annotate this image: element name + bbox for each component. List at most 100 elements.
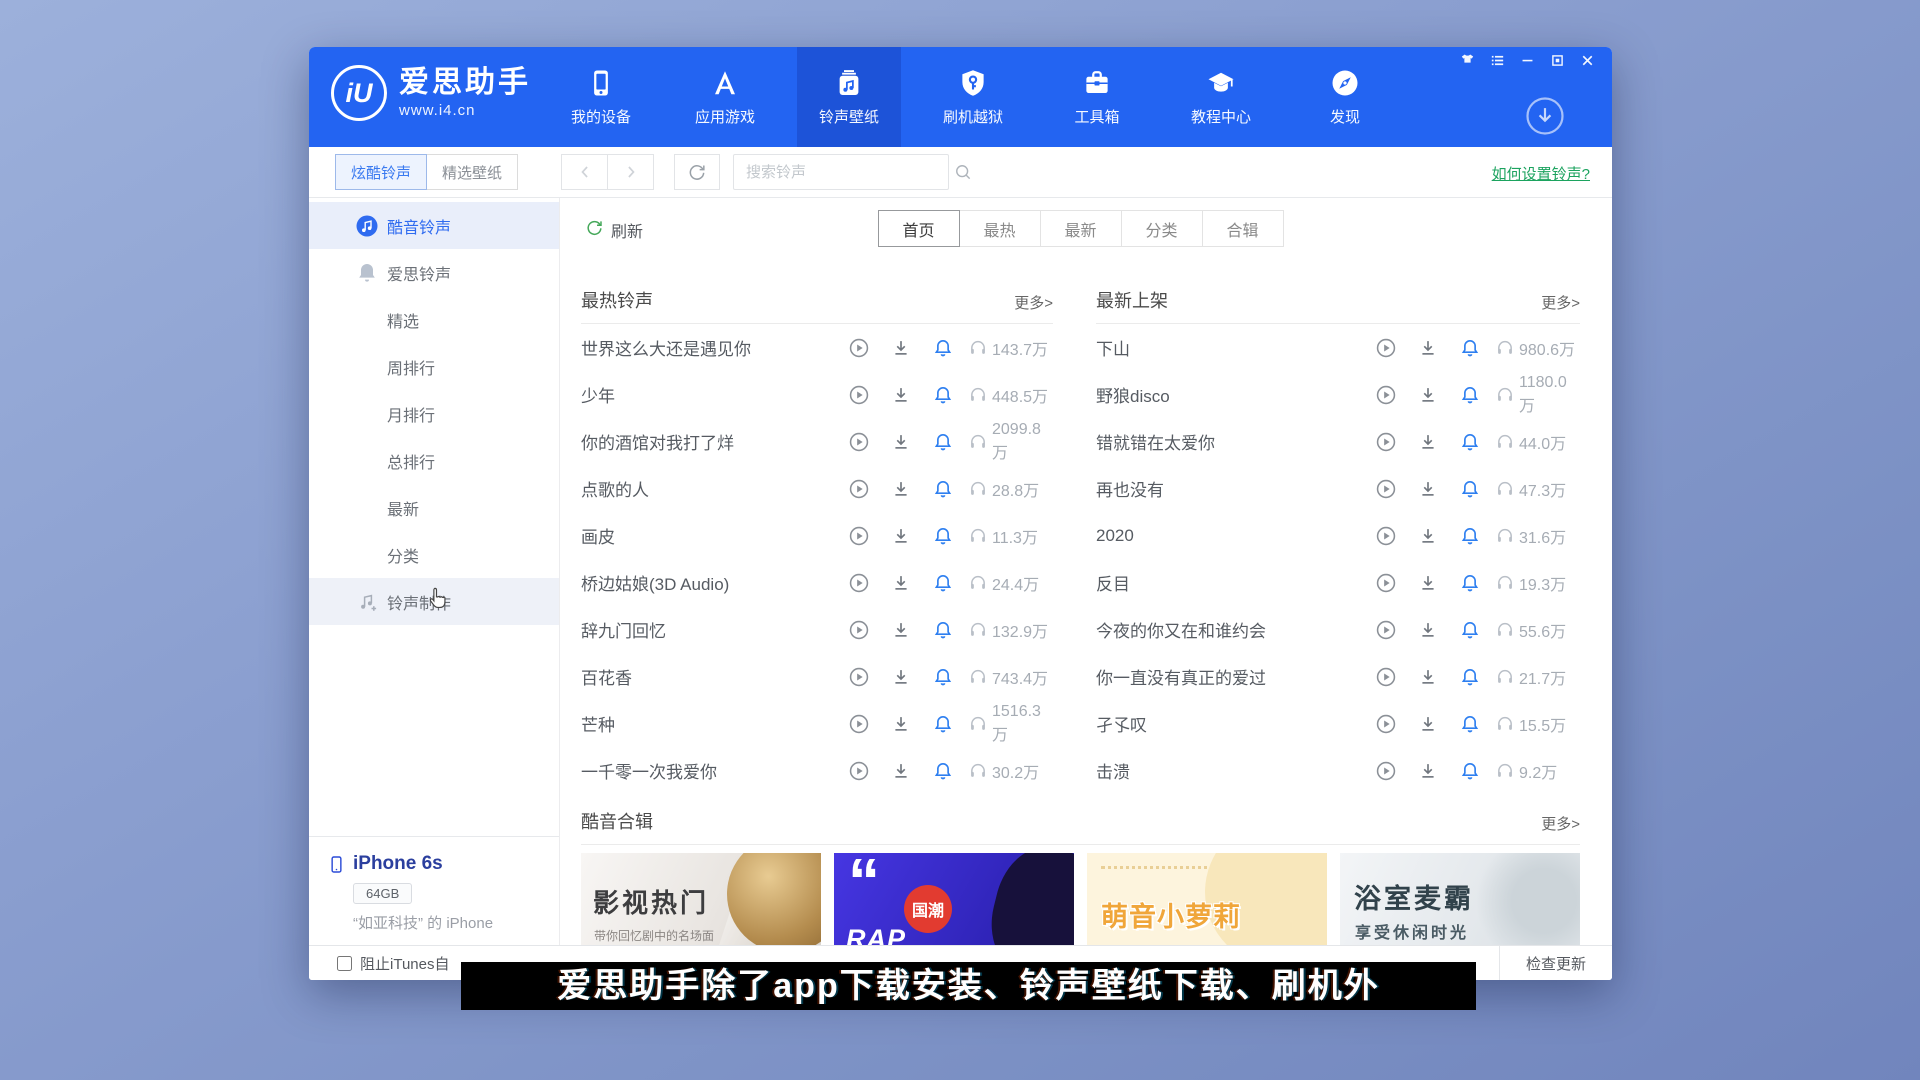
sidebar-item-4[interactable]: 月排行 — [309, 390, 559, 437]
minimize-button[interactable] — [1519, 52, 1536, 69]
ringtone-title[interactable]: 反目 — [1096, 570, 1375, 595]
category-tab-3[interactable]: 分类 — [1121, 210, 1203, 247]
set-ringtone-icon[interactable] — [1459, 666, 1481, 688]
ringtone-help-link[interactable]: 如何设置铃声? — [1492, 163, 1590, 184]
set-ringtone-icon[interactable] — [932, 572, 954, 594]
check-update-button[interactable]: 检查更新 — [1499, 946, 1612, 980]
nav-item-tutorial[interactable]: 教程中心 — [1169, 47, 1273, 147]
ringtone-title[interactable]: 2020 — [1096, 526, 1375, 546]
ringtone-title[interactable]: 你一直没有真正的爱过 — [1096, 664, 1375, 689]
block-itunes-checkbox[interactable] — [337, 956, 352, 971]
sidebar-item-2[interactable]: 精选 — [309, 296, 559, 343]
ringtone-title[interactable]: 错就错在太爱你 — [1096, 429, 1375, 454]
play-icon[interactable] — [1375, 337, 1397, 359]
page-refresh-button[interactable] — [674, 154, 720, 190]
block-itunes-option[interactable]: 阻止iTunes自 — [337, 953, 449, 974]
nav-item-toolbox[interactable]: 工具箱 — [1045, 47, 1149, 147]
play-icon[interactable] — [848, 572, 870, 594]
download-icon[interactable] — [890, 337, 912, 359]
sidebar-item-1[interactable]: 爱思铃声 — [309, 249, 559, 296]
download-icon[interactable] — [1417, 525, 1439, 547]
download-icon[interactable] — [1417, 666, 1439, 688]
download-icon[interactable] — [1417, 572, 1439, 594]
sidebar-item-5[interactable]: 总排行 — [309, 437, 559, 484]
more-albums-link[interactable]: 更多> — [1541, 813, 1580, 834]
album-cover-0[interactable]: 影视热门带你回忆剧中的名场面 — [581, 853, 821, 945]
device-name[interactable]: iPhone 6s — [353, 853, 443, 875]
download-icon[interactable] — [890, 619, 912, 641]
play-icon[interactable] — [848, 525, 870, 547]
play-icon[interactable] — [1375, 666, 1397, 688]
forward-button[interactable] — [607, 154, 654, 190]
set-ringtone-icon[interactable] — [932, 666, 954, 688]
refresh-button[interactable]: 刷新 — [585, 218, 643, 242]
ringtone-title[interactable]: 野狼disco — [1096, 382, 1375, 407]
set-ringtone-icon[interactable] — [1459, 525, 1481, 547]
ringtone-title[interactable]: 点歌的人 — [581, 476, 848, 501]
download-icon[interactable] — [890, 666, 912, 688]
ringtone-title[interactable]: 芒种 — [581, 711, 848, 736]
download-icon[interactable] — [1417, 431, 1439, 453]
sidebar-item-6[interactable]: 最新 — [309, 484, 559, 531]
download-icon[interactable] — [890, 431, 912, 453]
download-icon[interactable] — [890, 760, 912, 782]
ringtone-title[interactable]: 一千零一次我爱你 — [581, 758, 848, 783]
nav-item-ringtone[interactable]: 铃声壁纸 — [797, 47, 901, 147]
play-icon[interactable] — [1375, 572, 1397, 594]
play-icon[interactable] — [1375, 431, 1397, 453]
play-icon[interactable] — [1375, 713, 1397, 735]
menu-button[interactable] — [1489, 52, 1506, 69]
set-ringtone-icon[interactable] — [932, 760, 954, 782]
album-cover-2[interactable]: 萌音小萝莉 — [1087, 853, 1327, 945]
download-manager-button[interactable] — [1524, 95, 1566, 137]
download-icon[interactable] — [890, 525, 912, 547]
download-icon[interactable] — [1417, 760, 1439, 782]
download-icon[interactable] — [1417, 619, 1439, 641]
set-ringtone-icon[interactable] — [932, 619, 954, 641]
view-tab-ringtones[interactable]: 炫酷铃声 — [335, 154, 427, 190]
set-ringtone-icon[interactable] — [1459, 384, 1481, 406]
view-tab-wallpapers[interactable]: 精选壁纸 — [426, 154, 518, 190]
sidebar-item-0[interactable]: 酷音铃声 — [309, 202, 559, 249]
set-ringtone-icon[interactable] — [1459, 619, 1481, 641]
play-icon[interactable] — [1375, 525, 1397, 547]
nav-item-discover[interactable]: 发现 — [1293, 47, 1397, 147]
set-ringtone-icon[interactable] — [1459, 713, 1481, 735]
set-ringtone-icon[interactable] — [932, 713, 954, 735]
ringtone-title[interactable]: 今夜的你又在和谁约会 — [1096, 617, 1375, 642]
search-input[interactable] — [734, 164, 953, 181]
nav-item-jailbreak[interactable]: 刷机越狱 — [921, 47, 1025, 147]
download-icon[interactable] — [890, 384, 912, 406]
ringtone-title[interactable]: 桥边姑娘(3D Audio) — [581, 570, 848, 595]
nav-item-apps[interactable]: 应用游戏 — [673, 47, 777, 147]
set-ringtone-icon[interactable] — [932, 478, 954, 500]
album-cover-1[interactable]: RAP国潮 — [834, 853, 1074, 945]
back-button[interactable] — [561, 154, 608, 190]
download-icon[interactable] — [890, 713, 912, 735]
category-tab-1[interactable]: 最热 — [959, 210, 1041, 247]
set-ringtone-icon[interactable] — [1459, 572, 1481, 594]
close-button[interactable] — [1579, 52, 1596, 69]
set-ringtone-icon[interactable] — [1459, 760, 1481, 782]
set-ringtone-icon[interactable] — [932, 337, 954, 359]
maximize-button[interactable] — [1549, 52, 1566, 69]
brand-logo[interactable]: iU 爱思助手 www.i4.cn — [331, 65, 531, 121]
set-ringtone-icon[interactable] — [1459, 431, 1481, 453]
ringtone-title[interactable]: 孑孓叹 — [1096, 711, 1375, 736]
play-icon[interactable] — [848, 666, 870, 688]
ringtone-title[interactable]: 下山 — [1096, 335, 1375, 360]
set-ringtone-icon[interactable] — [932, 525, 954, 547]
download-icon[interactable] — [890, 572, 912, 594]
download-icon[interactable] — [1417, 337, 1439, 359]
download-icon[interactable] — [1417, 713, 1439, 735]
category-tab-2[interactable]: 最新 — [1040, 210, 1122, 247]
download-icon[interactable] — [890, 478, 912, 500]
sidebar-item-3[interactable]: 周排行 — [309, 343, 559, 390]
play-icon[interactable] — [1375, 384, 1397, 406]
more-link[interactable]: 更多> — [1541, 292, 1580, 313]
play-icon[interactable] — [848, 337, 870, 359]
ringtone-title[interactable]: 击溃 — [1096, 758, 1375, 783]
theme-button[interactable] — [1459, 52, 1476, 69]
play-icon[interactable] — [848, 713, 870, 735]
ringtone-title[interactable]: 你的酒馆对我打了烊 — [581, 429, 848, 454]
